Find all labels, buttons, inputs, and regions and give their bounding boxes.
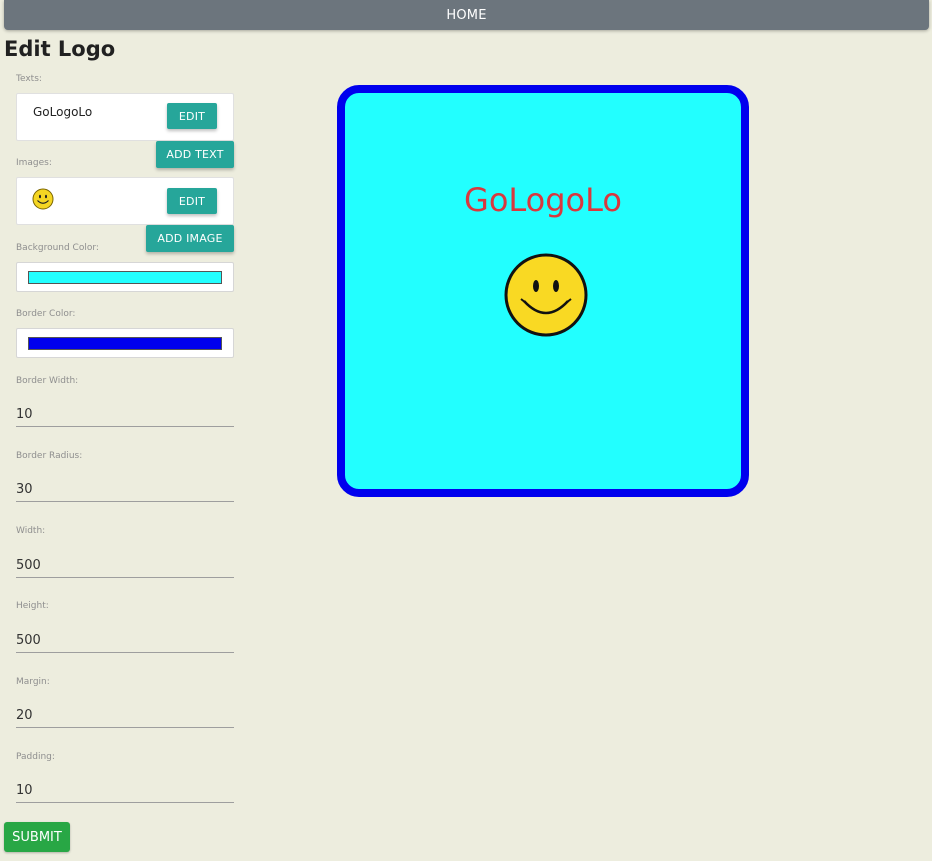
background-color-swatch [28,271,222,284]
smiley-icon [32,188,54,214]
border-color-swatch [28,337,222,350]
home-link[interactable]: HOME [446,8,486,23]
border-width-input[interactable]: 10 [16,402,234,427]
border-color-picker[interactable] [16,328,234,358]
text-item-label: GoLogoLo [33,105,93,119]
add-image-button[interactable]: ADD IMAGE [146,225,234,252]
border-color-label: Border Color: [16,309,76,319]
width-input[interactable]: 500 [16,553,234,578]
height-label: Height: [16,601,49,611]
margin-label: Margin: [16,677,50,687]
add-text-button[interactable]: ADD TEXT [156,141,234,168]
border-radius-input[interactable]: 30 [16,477,234,502]
navbar: HOME [4,0,929,30]
border-width-label: Border Width: [16,376,79,386]
width-label: Width: [16,526,46,536]
padding-label: Padding: [16,752,55,762]
margin-input[interactable]: 20 [16,703,234,728]
background-color-label: Background Color: [16,243,99,253]
logo-text: GoLogoLo [464,181,622,219]
page-title: Edit Logo [4,37,116,61]
background-color-picker[interactable] [16,262,234,292]
edit-text-button[interactable]: EDIT [167,103,217,129]
height-input[interactable]: 500 [16,628,234,653]
logo-preview: GoLogoLo [337,85,749,497]
images-label: Images: [16,158,52,168]
smiley-icon [504,253,588,341]
padding-input[interactable]: 10 [16,778,234,803]
border-radius-label: Border Radius: [16,451,83,461]
submit-button[interactable]: SUBMIT [4,822,70,852]
texts-label: Texts: [16,74,42,84]
edit-image-button[interactable]: EDIT [167,188,217,214]
